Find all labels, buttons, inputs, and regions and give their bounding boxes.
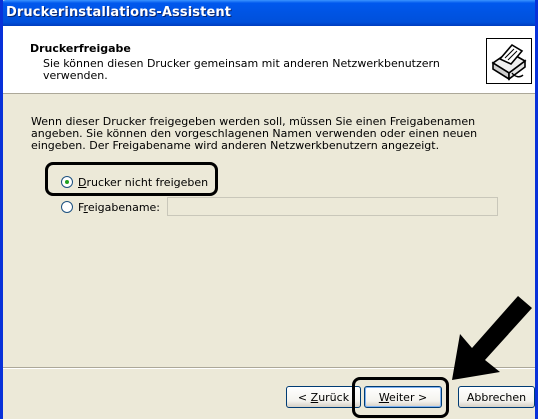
radio-share-name[interactable]: Freigabename: bbox=[61, 199, 160, 215]
window-title: Druckerinstallations-Assistent bbox=[6, 5, 232, 20]
page-subtitle: Sie können diesen Drucker gemeinsam mit … bbox=[43, 57, 440, 82]
share-name-label: Freigabename: bbox=[78, 200, 161, 214]
highlight-box-next bbox=[352, 377, 449, 418]
radio-button-unchecked[interactable] bbox=[61, 201, 73, 213]
share-name-input[interactable] bbox=[167, 197, 498, 216]
page-title: Druckerfreigabe bbox=[30, 42, 131, 55]
title-bar[interactable]: Druckerinstallations-Assistent bbox=[3, 0, 535, 26]
printer-share-icon bbox=[486, 38, 532, 84]
description-text: Wenn dieser Drucker freigegeben werden s… bbox=[31, 115, 478, 152]
back-button[interactable]: < Zurück bbox=[286, 386, 361, 408]
highlight-box-radio bbox=[45, 162, 218, 196]
wizard-header: Druckerfreigabe Sie können diesen Drucke… bbox=[3, 26, 535, 94]
pointer-arrow-icon bbox=[452, 296, 532, 380]
back-button-label: < Zurück bbox=[297, 390, 350, 404]
